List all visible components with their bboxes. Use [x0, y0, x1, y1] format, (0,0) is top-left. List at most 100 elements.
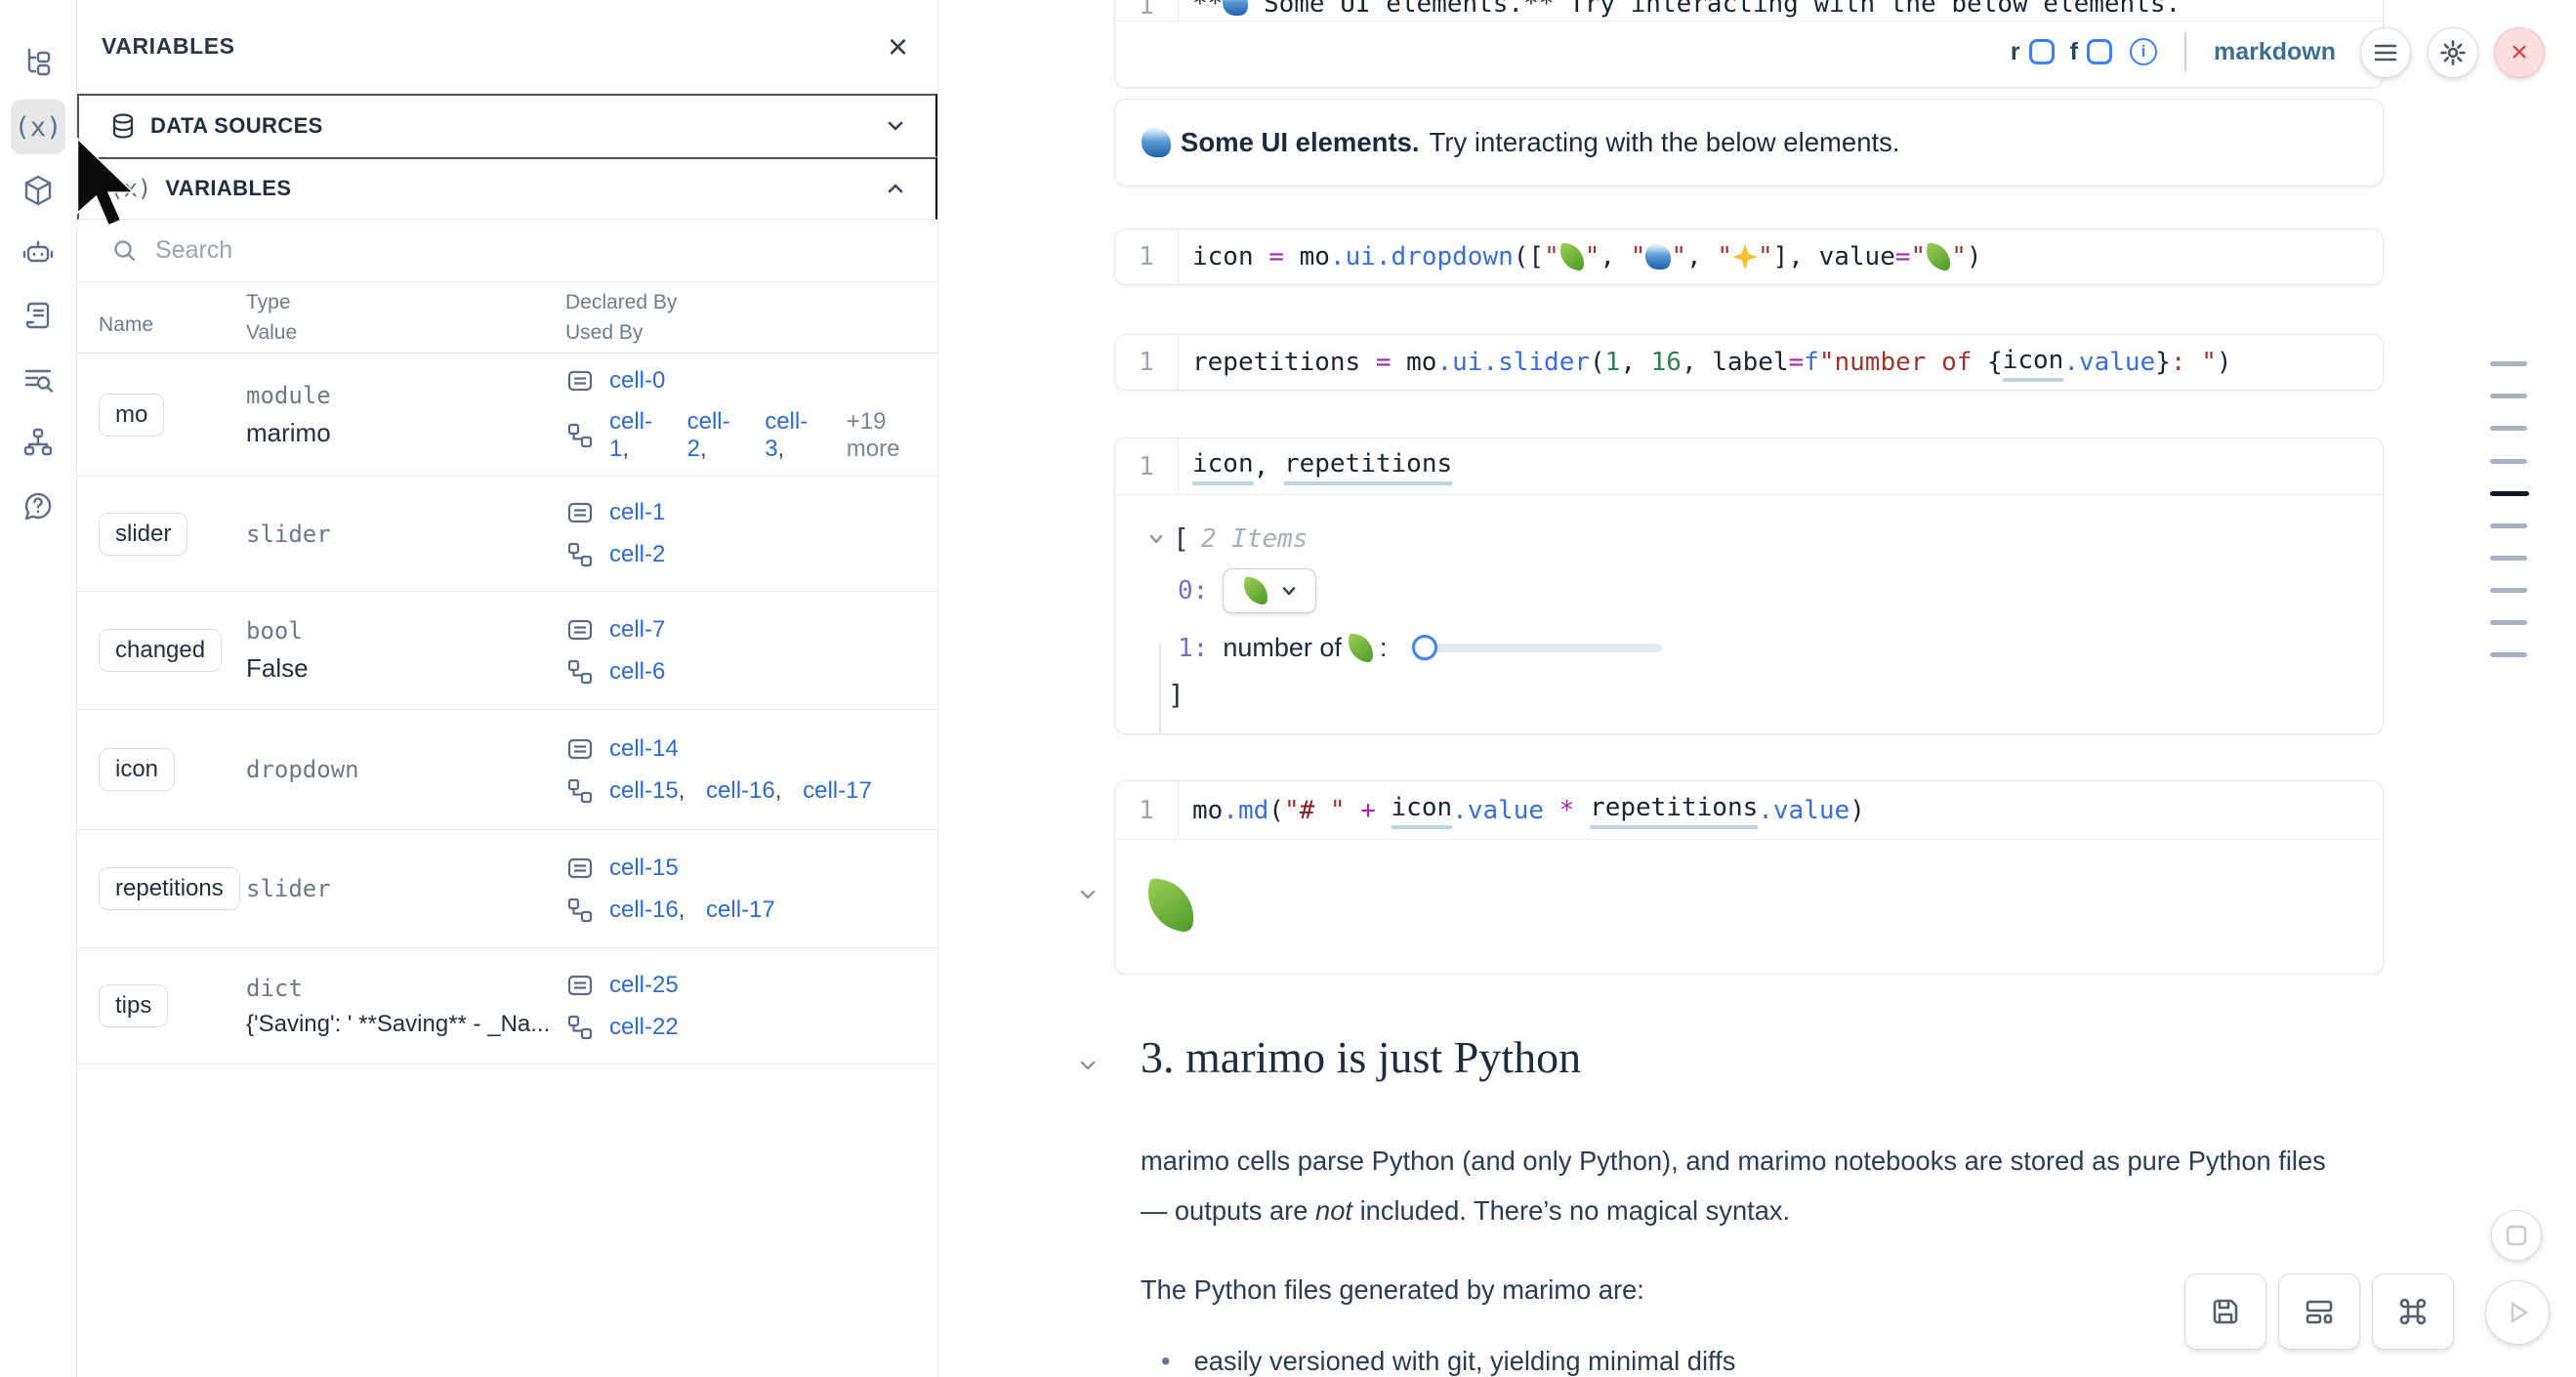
emphasis-text: not: [1315, 1195, 1352, 1226]
collapse-icon[interactable]: [1147, 530, 1165, 548]
bracket-close: ]: [1168, 679, 2383, 711]
declared-by-icon: [565, 615, 595, 645]
run-button[interactable]: [2485, 1280, 2550, 1345]
menu-button[interactable]: [2360, 27, 2411, 78]
language-label[interactable]: markdown: [2214, 38, 2336, 66]
variable-type: slider: [246, 875, 565, 902]
help-icon[interactable]: [11, 479, 65, 533]
section-label: VARIABLES: [165, 176, 291, 201]
declared-by-icon: [565, 366, 595, 396]
settings-button[interactable]: [2428, 27, 2478, 78]
database-icon: [109, 112, 137, 140]
ai-assistant-icon[interactable]: [11, 226, 65, 280]
cell-link[interactable]: cell-6: [609, 658, 665, 686]
cell-link[interactable]: cell-2: [609, 541, 665, 568]
code-editor[interactable]: 1 icon = mo.ui.dropdown(["", "", ""], va…: [1115, 230, 2383, 284]
cell-link[interactable]: cell-17: [706, 897, 775, 924]
variable-name-badge: tips: [99, 984, 168, 1027]
cell-mark[interactable]: [2490, 394, 2527, 398]
code-editor[interactable]: 1 mo.md("# " + icon.value * repetitions.…: [1115, 781, 2383, 840]
command-palette-button[interactable]: [2372, 1273, 2454, 1350]
variable-name-badge: changed: [99, 629, 222, 672]
cell-link[interactable]: cell-14: [609, 735, 679, 763]
code-line: repetitions = mo.ui.slider(1, 16, label=…: [1178, 335, 2383, 390]
format-checkbox[interactable]: [2087, 39, 2112, 64]
chevron-up-icon: [885, 178, 906, 199]
collapse-output-icon[interactable]: [1077, 884, 1099, 908]
cell-link[interactable]: cell-15: [609, 777, 691, 805]
cell-mark[interactable]: [2490, 620, 2527, 625]
cell-mark[interactable]: [2490, 426, 2527, 431]
variable-type: module: [246, 382, 565, 409]
collapse-section-icon[interactable]: [1077, 1055, 1099, 1079]
slider-thumb[interactable]: [1412, 635, 1437, 660]
code-line: icon, repetitions: [1178, 438, 2383, 494]
dependency-graph-icon[interactable]: [11, 415, 65, 470]
variable-type: slider: [246, 521, 565, 548]
cell-link[interactable]: cell-25: [609, 972, 679, 999]
variables-icon[interactable]: (x): [11, 100, 65, 154]
bullet-icon: •: [1161, 1346, 1171, 1377]
cell-mark[interactable]: [2490, 459, 2527, 464]
variable-value: marimo: [246, 418, 565, 448]
cell-link[interactable]: cell-15: [609, 855, 679, 882]
code-editor[interactable]: 1 ** Some UI elements.** Try interacting…: [1115, 0, 2383, 21]
reactive-checkbox[interactable]: [2029, 39, 2055, 64]
save-button[interactable]: [2184, 1273, 2266, 1350]
section-data-sources[interactable]: DATA SOURCES: [77, 94, 937, 157]
hamburger-icon: [2373, 42, 2398, 63]
variable-name-badge: mo: [99, 394, 164, 437]
icon-dropdown-select[interactable]: [1223, 568, 1316, 613]
variable-value: False: [246, 653, 565, 684]
array-output: [ 2 Items 0: 1: number of :: [1115, 495, 2383, 711]
cell-mark[interactable]: [2490, 361, 2527, 366]
code-editor[interactable]: 1 icon, repetitions: [1115, 438, 2383, 495]
cell-link[interactable]: cell-1: [609, 499, 665, 526]
cell-mark[interactable]: [2490, 652, 2527, 657]
cell-mark[interactable]: [2490, 523, 2527, 528]
cell-mark[interactable]: [2490, 588, 2527, 593]
cell-link[interactable]: cell-16: [706, 777, 788, 805]
cell-link[interactable]: cell-2: [687, 408, 751, 463]
file-tree-icon[interactable]: [11, 35, 65, 90]
cell-link[interactable]: cell-16: [609, 897, 691, 924]
cell-link[interactable]: cell-0: [609, 367, 665, 395]
search-input[interactable]: [155, 236, 839, 265]
shutdown-button[interactable]: ×: [2494, 27, 2545, 78]
scroll-icon[interactable]: [11, 288, 65, 343]
code-cell: 1 repetitions = mo.ui.slider(1, 16, labe…: [1114, 334, 2384, 391]
repetitions-slider[interactable]: [1415, 644, 1662, 652]
cell-mark-active[interactable]: [2490, 491, 2529, 496]
table-row: slider slider cell-1 cell-2: [77, 477, 937, 592]
wave-emoji: [1142, 128, 1171, 157]
cell-link[interactable]: cell-17: [803, 777, 872, 805]
variable-name-badge: repetitions: [99, 867, 240, 910]
cell-link[interactable]: cell-7: [609, 616, 665, 644]
code-line: mo.md("# " + icon.value * repetitions.va…: [1178, 781, 2383, 839]
layout-button[interactable]: [2278, 1273, 2360, 1350]
cell-link[interactable]: cell-1: [609, 408, 673, 463]
package-icon[interactable]: [11, 163, 65, 218]
used-by-icon: [565, 657, 595, 687]
cell-mark[interactable]: [2490, 556, 2527, 561]
table-row: repetitions slider cell-15 cell-16 cell-…: [77, 830, 937, 948]
divider: [2184, 32, 2186, 71]
cell-toolbar: r f i markdown: [1115, 21, 2383, 82]
list-item: • easily versioned with git, yielding mi…: [1161, 1346, 1735, 1377]
col-name: Name: [99, 298, 246, 337]
stop-button[interactable]: [2491, 1210, 2542, 1261]
section-variables[interactable]: (x) VARIABLES: [77, 157, 937, 221]
info-icon[interactable]: i: [2130, 38, 2157, 65]
line-number: 1: [1115, 796, 1178, 825]
code-editor[interactable]: 1 repetitions = mo.ui.slider(1, 16, labe…: [1115, 335, 2383, 390]
cell-link[interactable]: cell-22: [609, 1014, 679, 1041]
leaf-emoji: [1143, 878, 1198, 933]
logs-search-icon[interactable]: [11, 353, 65, 407]
cell-link[interactable]: cell-3: [765, 408, 828, 463]
close-panel-icon[interactable]: ×: [888, 29, 908, 64]
variable-type: bool: [246, 617, 565, 645]
declared-by-icon: [565, 734, 595, 764]
variables-search: [77, 220, 937, 282]
line-number: 1: [1115, 348, 1178, 377]
table-row: icon dropdown cell-14 cell-15 cell-16 ce…: [77, 710, 937, 830]
